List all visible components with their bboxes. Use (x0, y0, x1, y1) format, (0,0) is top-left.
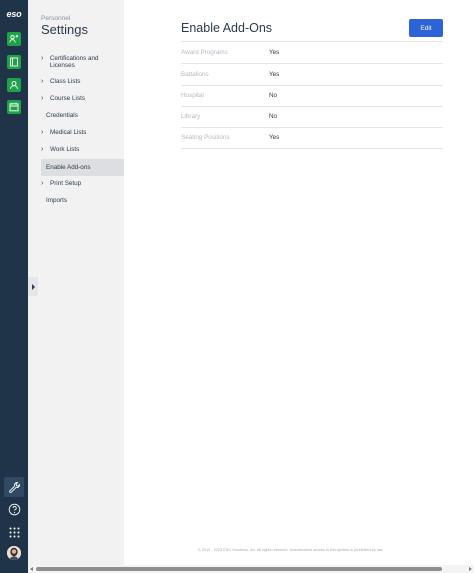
setting-key: Battalions (181, 71, 209, 78)
setting-value: No (269, 92, 278, 99)
scrollbar-thumb[interactable] (36, 567, 442, 571)
setting-value: Yes (269, 134, 280, 141)
people-icon[interactable] (7, 32, 21, 46)
sidebar-item-credentials[interactable]: Credentials (46, 112, 129, 119)
sidebar-item-label: Credentials (46, 112, 78, 119)
chevron-right-icon: › (41, 78, 44, 85)
settings-sidebar: Personnel Settings › Certifications and … (28, 0, 124, 565)
calendar-icon[interactable] (7, 100, 21, 114)
chevron-right-icon: › (41, 55, 44, 62)
sidebar-item-label: Certifications and Licenses (49, 55, 99, 70)
chevron-right-icon: › (41, 95, 44, 102)
sidebar-item-imports[interactable]: Imports (46, 197, 129, 204)
sidebar-title: Settings (41, 22, 88, 37)
sidebar-item-label: Print Setup (50, 180, 82, 187)
scroll-right-icon[interactable] (469, 566, 472, 571)
sidebar-item-enable-add-ons[interactable]: Enable Add-ons (41, 159, 124, 176)
sidebar-item-medical-lists[interactable]: › Medical Lists (41, 129, 124, 136)
sidebar-item-class-lists[interactable]: › Class Lists (41, 78, 124, 85)
copyright-footer: © 2019 - 2023 ESO Solutions, Inc. All ri… (198, 548, 384, 552)
page-title: Enable Add-Ons (181, 21, 273, 35)
grid-icon[interactable] (4, 522, 24, 542)
horizontal-scrollbar[interactable] (28, 565, 474, 573)
chevron-right-icon: › (41, 180, 44, 187)
setting-value: No (269, 113, 278, 120)
setting-key: Seating Positions (181, 134, 230, 141)
setting-value: Yes (269, 71, 280, 78)
chevron-right-icon: › (41, 146, 44, 153)
app-rail: eso (0, 0, 28, 573)
help-icon[interactable] (4, 499, 24, 519)
sidebar-item-label: Imports (46, 197, 67, 204)
divider (181, 148, 443, 149)
sidebar-item-label: Course Lists (50, 95, 85, 102)
chevron-right-icon: › (41, 129, 44, 136)
edit-button[interactable]: Edit (409, 19, 443, 37)
setting-row-library: Library No (181, 106, 443, 127)
sidebar-item-label: Medical Lists (50, 129, 87, 136)
setting-row-award-programs: Award Programs Yes (181, 42, 443, 63)
sidebar-item-work-lists[interactable]: › Work Lists (41, 146, 124, 153)
setting-key: Hospital (181, 92, 204, 99)
wrench-icon[interactable] (4, 477, 24, 497)
sidebar-section-label: Personnel (41, 15, 71, 22)
user-badge-icon[interactable] (7, 78, 21, 92)
setting-row-battalions: Battalions Yes (181, 64, 443, 85)
book-icon[interactable] (7, 55, 21, 69)
sidebar-item-print-setup[interactable]: › Print Setup (41, 180, 124, 187)
setting-row-hospital: Hospital No (181, 85, 443, 106)
sidebar-item-label: Class Lists (50, 78, 81, 85)
sidebar-item-label: Enable Add-ons (46, 163, 91, 171)
caret-right-icon (31, 283, 35, 290)
setting-value: Yes (269, 49, 280, 56)
sidebar-item-certifications[interactable]: › Certifications and Licenses (41, 55, 124, 69)
eso-logo[interactable]: eso (3, 9, 25, 19)
setting-key: Library (181, 113, 201, 120)
setting-row-seating-positions: Seating Positions Yes (181, 127, 443, 148)
setting-key: Award Programs (181, 49, 228, 56)
sidebar-toggle-button[interactable] (28, 277, 38, 296)
sidebar-item-course-lists[interactable]: › Course Lists (41, 95, 124, 102)
scroll-left-icon[interactable] (30, 566, 33, 571)
sidebar-item-label: Work Lists (50, 146, 80, 153)
avatar[interactable] (7, 546, 21, 560)
